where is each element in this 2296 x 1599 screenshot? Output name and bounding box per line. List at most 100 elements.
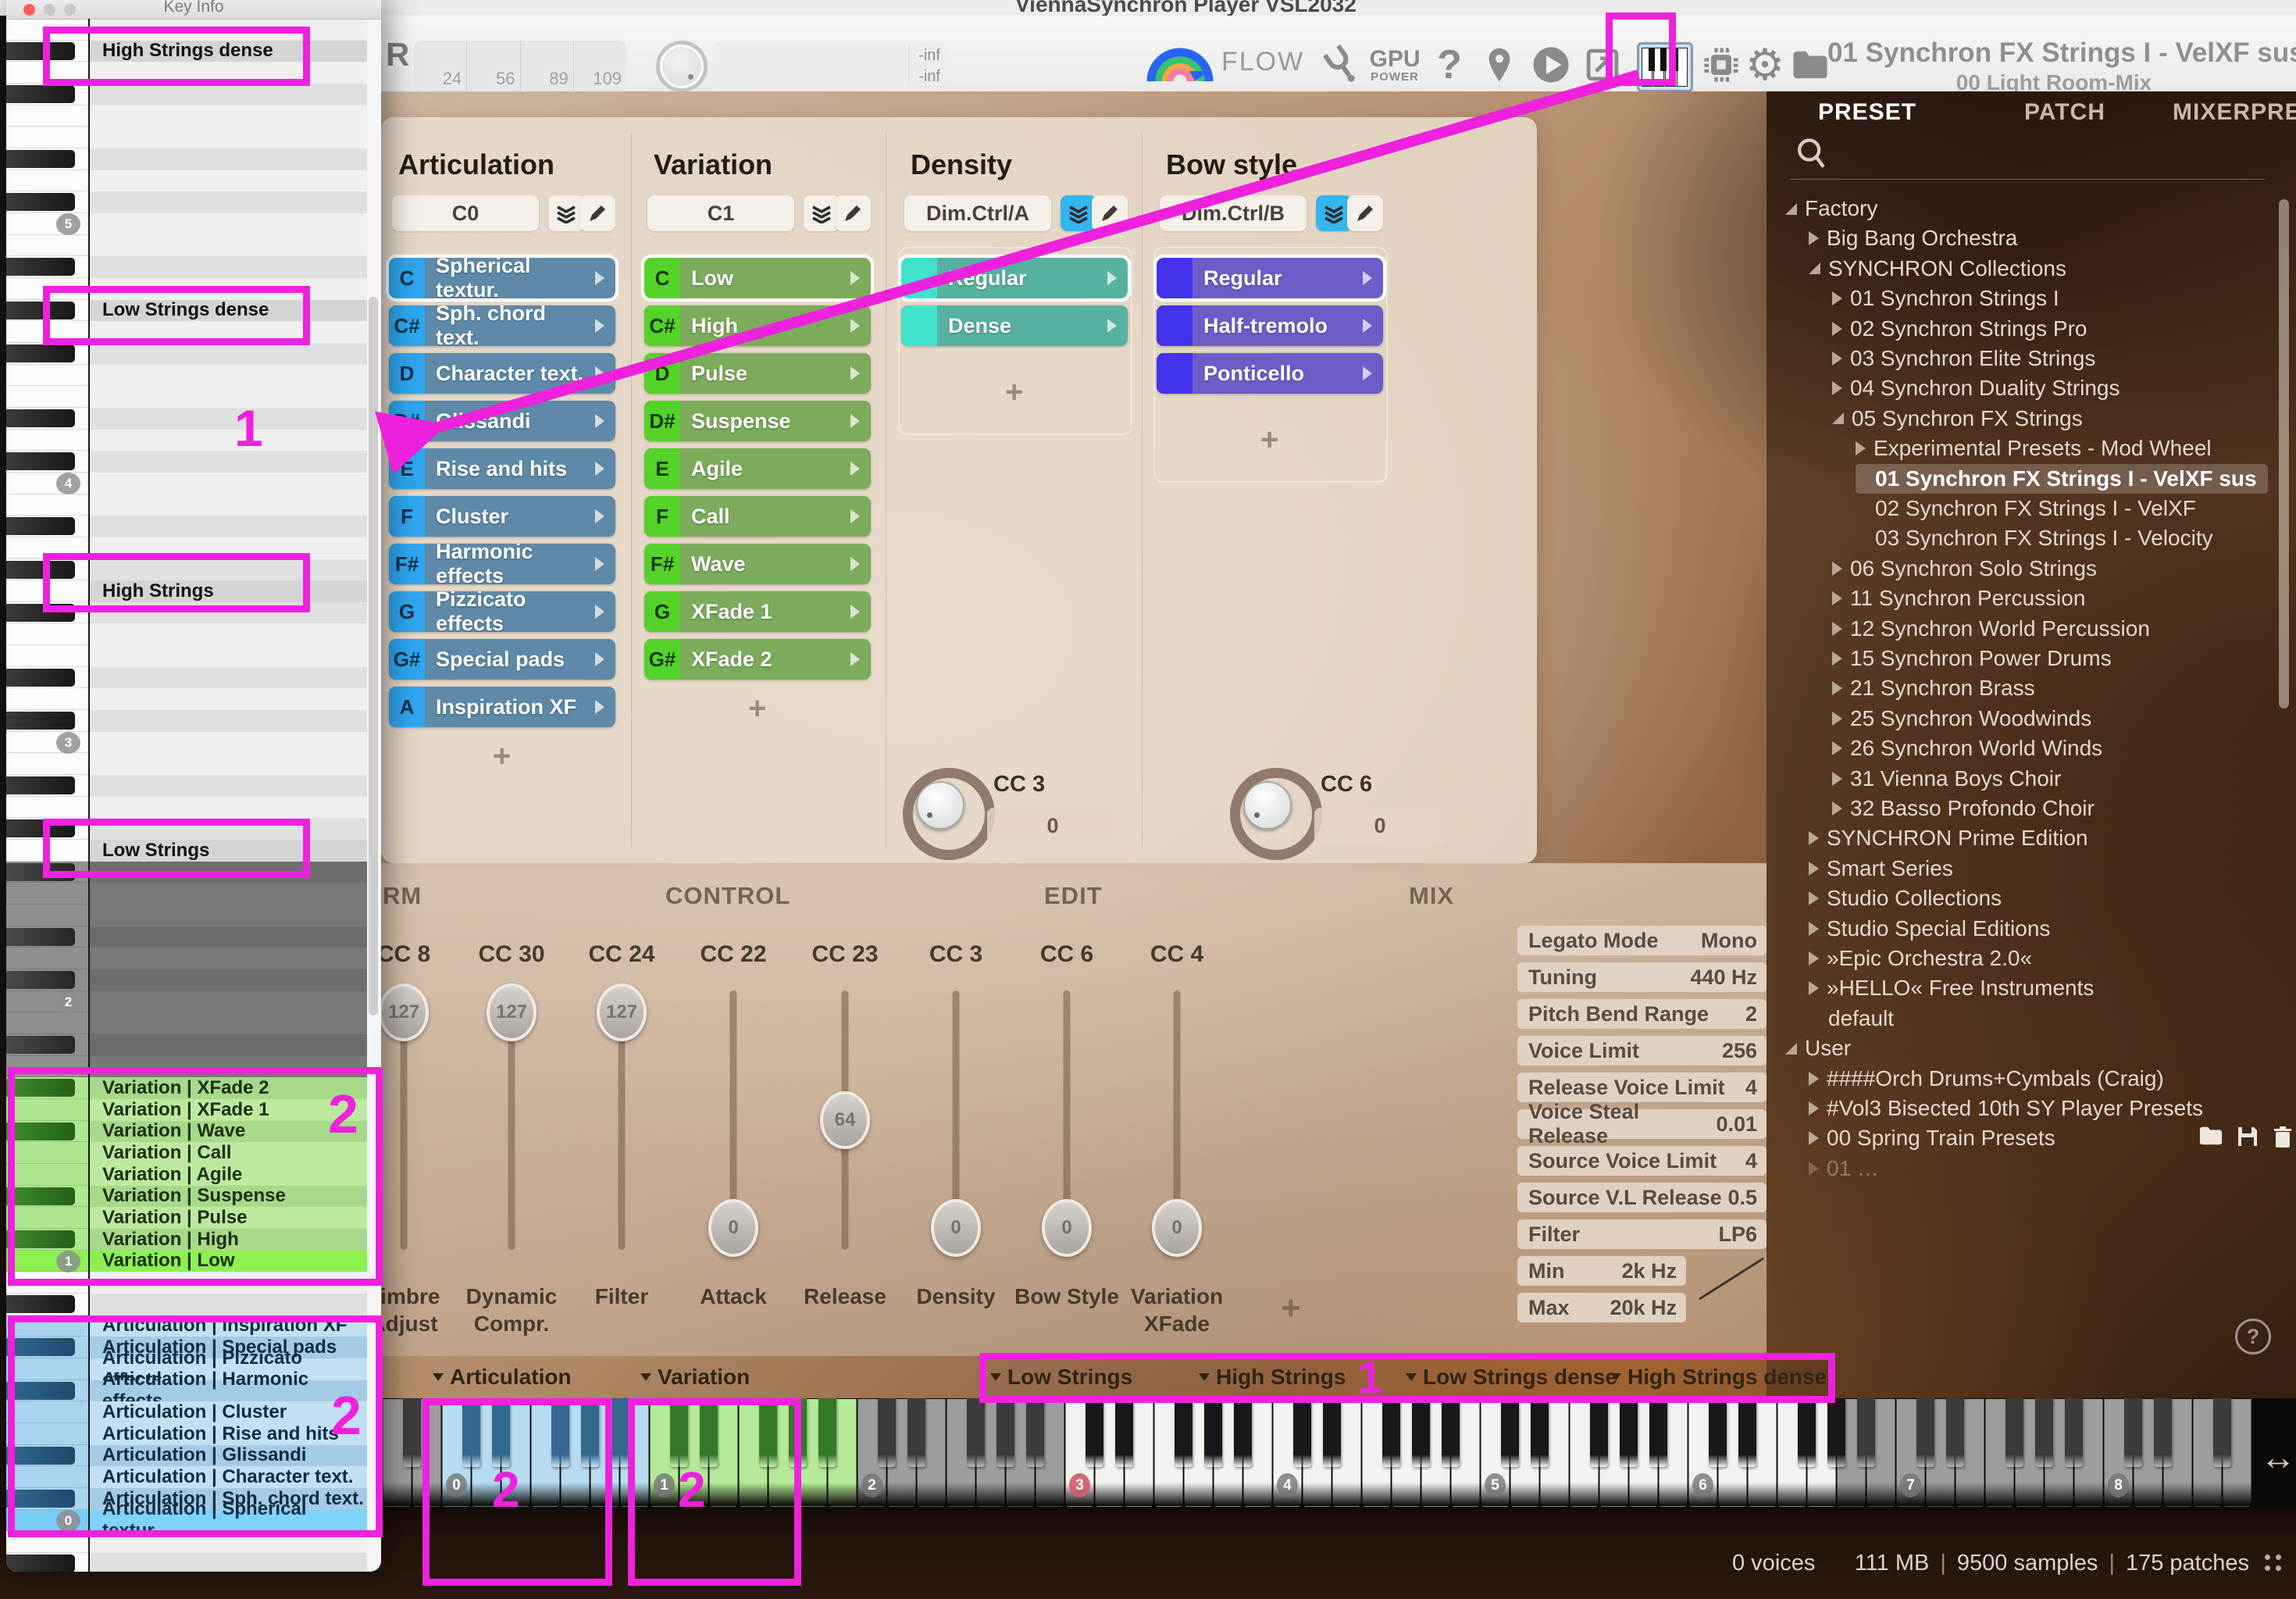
key-row[interactable] (6, 191, 381, 213)
tree-item[interactable]: Studio Special Editions (1809, 914, 2061, 944)
black-key[interactable] (1293, 1398, 1311, 1467)
key-row[interactable] (6, 494, 381, 516)
vkey-black[interactable] (6, 148, 88, 170)
cc-knob-value[interactable]: 0 (987, 808, 1118, 844)
tree-expand-icon[interactable] (1809, 862, 1819, 876)
vkey-white[interactable] (6, 623, 88, 645)
tree-item[interactable]: 00 Spring Train Presets (1809, 1123, 2066, 1153)
tree-item[interactable]: 02 Synchron FX Strings I - VelXF (1856, 494, 2207, 523)
tree-item[interactable]: 15 Synchron Power Drums (1832, 644, 2123, 673)
cell-articulation-Harmonic effects[interactable]: F#Harmonic effects (389, 544, 615, 584)
key-row[interactable] (6, 948, 381, 969)
cell-variation-XFade 2[interactable]: G#XFade 2 (644, 639, 871, 680)
keyboard-scroll-icon[interactable]: ↔ (2260, 1436, 2296, 1478)
key-row[interactable] (6, 688, 381, 710)
black-key[interactable] (818, 1398, 836, 1467)
key-row[interactable] (6, 797, 381, 819)
sidebar-scrollbar[interactable] (2279, 199, 2289, 708)
cell-variation-Call[interactable]: FCall (644, 496, 871, 537)
key-row[interactable] (6, 905, 381, 926)
add-cell-button-variation[interactable]: + (748, 691, 766, 726)
tab-preset[interactable]: PRESET (1818, 99, 1916, 126)
tree-expand-icon[interactable] (1832, 562, 1842, 576)
cell-density-Regular[interactable]: Regular (901, 258, 1128, 298)
black-key[interactable] (907, 1398, 925, 1467)
key-row[interactable] (6, 170, 381, 192)
velocity-split-control[interactable]: 245689109 (414, 41, 626, 92)
black-key[interactable] (1916, 1398, 1934, 1467)
add-cell-button-density[interactable]: + (1005, 375, 1023, 410)
black-key[interactable] (1086, 1398, 1103, 1467)
vkey-white[interactable] (6, 430, 88, 452)
add-cell-button-articulation[interactable]: + (493, 739, 511, 774)
cell-bow-Ponticello[interactable]: Ponticello (1157, 353, 1383, 394)
tree-item[interactable]: 03 Synchron FX Strings I - Velocity (1856, 523, 2224, 553)
vkey-black[interactable] (6, 516, 88, 537)
black-key[interactable] (1382, 1398, 1400, 1467)
tree-expand-icon[interactable] (1809, 1131, 1819, 1145)
tree-expand-icon[interactable] (1809, 1072, 1819, 1086)
pencil-icon[interactable] (579, 195, 615, 231)
velocity-step[interactable]: 56 (467, 41, 520, 92)
key-row[interactable] (6, 926, 381, 948)
black-key[interactable] (1442, 1398, 1460, 1467)
vkey-white[interactable] (6, 170, 88, 192)
tree-expand-icon[interactable] (1832, 712, 1842, 726)
tree-expand-icon[interactable] (1809, 981, 1819, 995)
black-key[interactable] (1412, 1398, 1430, 1467)
slider-handle-CC4[interactable]: 0 (1152, 1199, 1202, 1257)
black-key[interactable] (2213, 1398, 2231, 1467)
vkey-white[interactable] (6, 905, 88, 926)
key-row[interactable] (6, 710, 381, 732)
black-key[interactable] (1323, 1398, 1341, 1467)
key-row[interactable] (6, 516, 381, 537)
tree-item[interactable]: 12 Synchron World Percussion (1832, 614, 2161, 644)
black-key[interactable] (1857, 1398, 1875, 1467)
vkey-black[interactable] (6, 191, 88, 213)
tree-item[interactable]: Smart Series (1809, 854, 1964, 883)
tree-expand-icon[interactable] (1809, 951, 1819, 965)
black-key[interactable] (1204, 1398, 1222, 1467)
tree-item[interactable]: Studio Collections (1809, 883, 2013, 913)
tree-expand-icon[interactable] (1832, 772, 1842, 786)
vkey-white[interactable] (6, 105, 88, 127)
black-key[interactable] (1798, 1398, 1816, 1467)
cell-variation-Wave[interactable]: F#Wave (644, 544, 871, 584)
key-row[interactable] (6, 1034, 381, 1056)
key-row[interactable] (6, 235, 381, 257)
velocity-step[interactable]: 24 (414, 41, 467, 92)
pencil-icon[interactable] (835, 195, 871, 231)
tree-item[interactable]: Experimental Presets - Mod Wheel (1856, 434, 2223, 463)
tree-item[interactable]: ####Orch Drums+Cymbals (Craig) (1809, 1064, 2175, 1094)
black-key[interactable] (1590, 1398, 1608, 1467)
black-key[interactable] (2065, 1398, 2083, 1467)
tree-item[interactable]: 11 Synchron Percussion (1832, 584, 2096, 613)
key-row[interactable] (6, 430, 381, 452)
vkey-white[interactable] (6, 235, 88, 257)
setting-row-legato-mode[interactable]: Legato ModeMono (1517, 926, 1767, 955)
tree-item[interactable]: SYNCHRON Collections (1809, 254, 2077, 284)
key-row[interactable] (6, 1294, 381, 1315)
vkey-white[interactable] (6, 494, 88, 516)
cell-variation-Suspense[interactable]: D#Suspense (644, 401, 871, 441)
cell-articulation-Special pads[interactable]: G#Special pads (389, 639, 615, 680)
cell-articulation-Glissandi[interactable]: D#Glissandi (389, 401, 615, 441)
tree-item[interactable]: 02 Synchron Strings Pro (1832, 314, 2098, 344)
setting-row-voice-steal-release[interactable]: Voice Steal Release0.01 (1517, 1109, 1767, 1139)
slider-handle-CC8[interactable]: 127 (379, 983, 429, 1041)
add-slider-button[interactable]: + (1281, 1289, 1301, 1328)
cell-variation-Agile[interactable]: EAgile (644, 448, 871, 489)
black-key[interactable] (1234, 1398, 1252, 1467)
key-row[interactable] (6, 753, 381, 775)
black-key[interactable] (2005, 1398, 2023, 1467)
pencil-icon[interactable] (1092, 195, 1128, 231)
folder-icon[interactable] (1787, 37, 1834, 92)
black-key[interactable] (878, 1398, 896, 1467)
vkey-black[interactable] (6, 710, 88, 732)
key-row[interactable] (6, 1553, 381, 1572)
vkey-black[interactable] (6, 1034, 88, 1056)
section-tab-control[interactable]: CONTROL (665, 882, 790, 910)
key-row[interactable] (6, 343, 381, 365)
tree-expand-icon[interactable] (1832, 681, 1842, 695)
section-tab-edit[interactable]: EDIT (1044, 882, 1103, 910)
